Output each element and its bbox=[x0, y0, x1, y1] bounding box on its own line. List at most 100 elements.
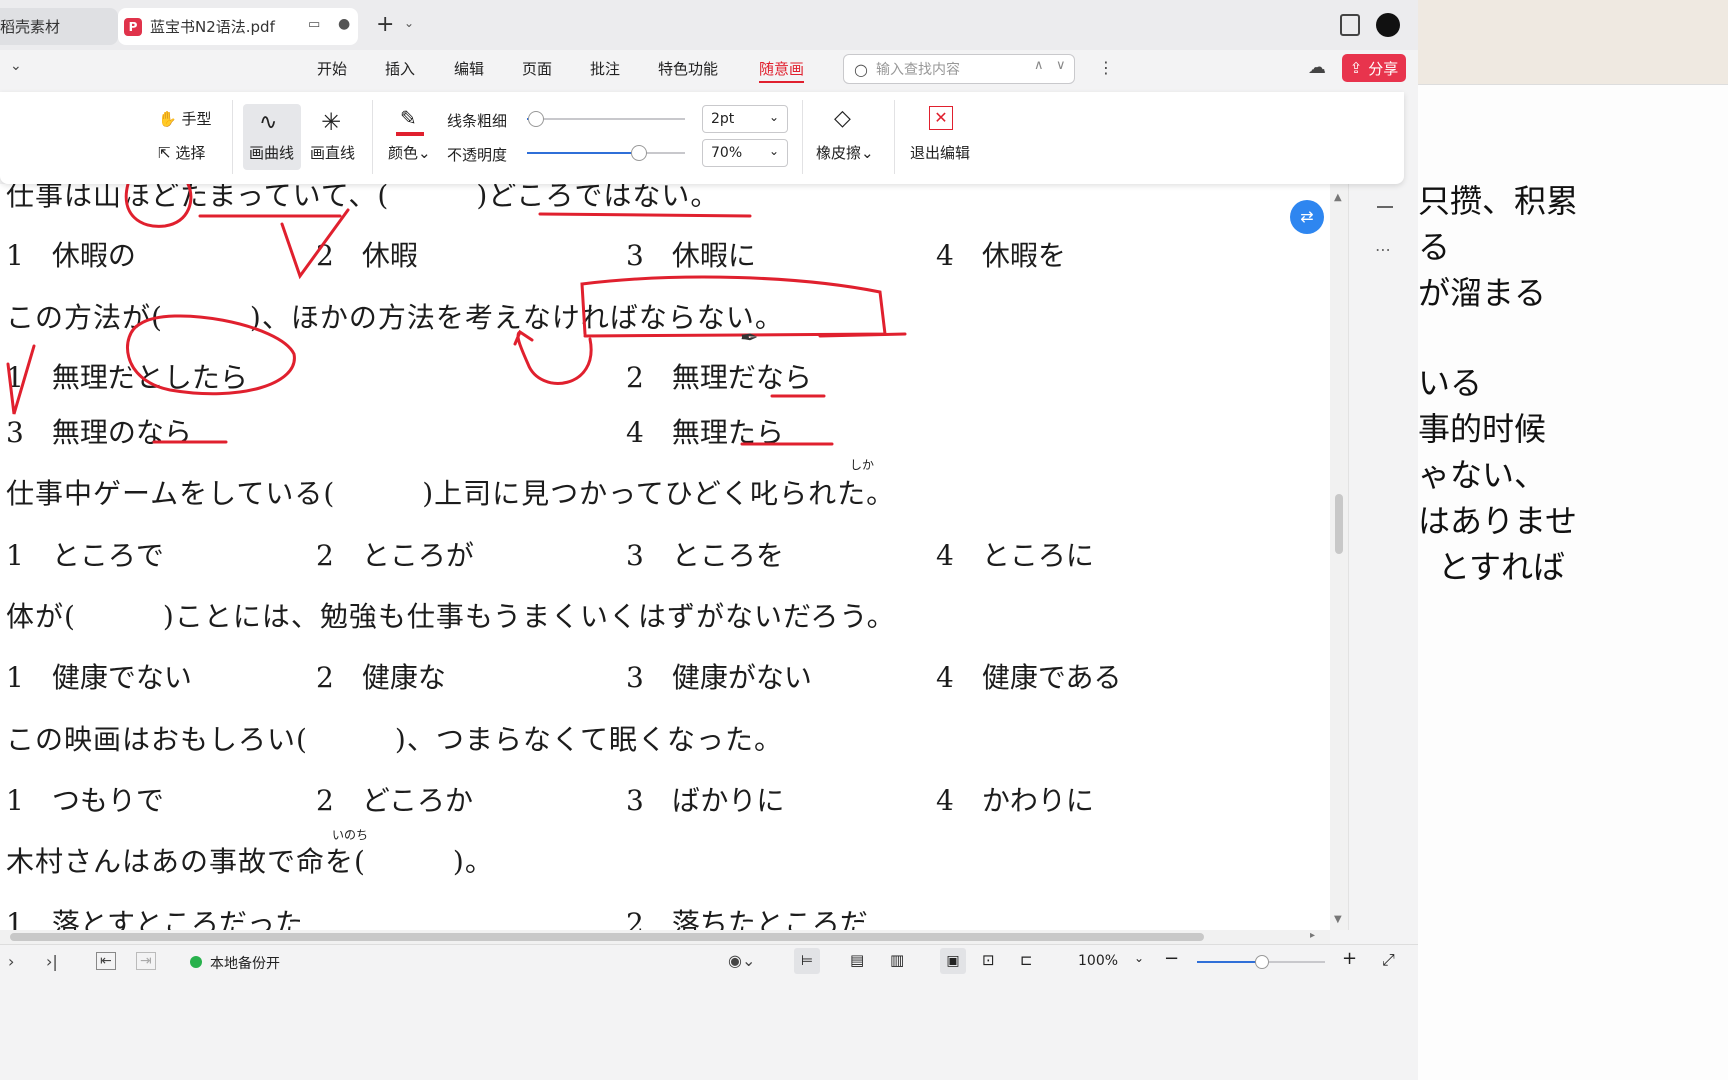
fullscreen-icon[interactable]: ⤢ bbox=[1382, 950, 1395, 970]
fit-width-icon[interactable]: ▣ bbox=[940, 948, 966, 974]
new-tab-plus-icon[interactable]: + bbox=[376, 12, 394, 37]
menu-page[interactable]: 页面 bbox=[522, 58, 552, 79]
sidebar-toggle-icon[interactable] bbox=[1340, 14, 1360, 36]
last-page-icon[interactable]: ›| bbox=[46, 952, 58, 971]
pen-cursor-icon: ✒ bbox=[740, 326, 759, 351]
exit-close-icon: ✕ bbox=[929, 106, 953, 130]
background-text-line: はありませ bbox=[1418, 502, 1578, 540]
opacity-select[interactable]: 70% ⌄ bbox=[702, 139, 788, 167]
vertical-scrollbar[interactable]: ▲ ▼ bbox=[1330, 184, 1348, 930]
backup-status-icon bbox=[190, 956, 202, 968]
opacity-slider-handle[interactable] bbox=[630, 145, 647, 161]
ink-check-mark bbox=[280, 208, 350, 280]
thickness-select[interactable]: 2pt ⌄ bbox=[702, 105, 788, 133]
freehand-annotations bbox=[6, 184, 907, 446]
exit-label: 退出编辑 bbox=[910, 144, 971, 162]
backup-status-text[interactable]: 本地备份开 bbox=[210, 953, 280, 973]
more-options-icon[interactable]: ⋮ bbox=[1098, 58, 1114, 77]
status-bar: › ›| ⇤ ⇥ 本地备份开 ◉⌄ ⊨ ▤ ▥ ▣ ⊡ ⊏ 100% ⌄ − +… bbox=[0, 944, 1418, 981]
scroll-up-arrow-icon[interactable]: ▲ bbox=[1334, 192, 1342, 203]
fit-page-icon[interactable]: ⊡ bbox=[982, 951, 995, 969]
straight-label: 画直线 bbox=[310, 144, 356, 162]
eraser-icon: ◇ bbox=[834, 106, 851, 131]
background-text-line: とすれば bbox=[1438, 548, 1566, 586]
cursor-icon: ⇱ bbox=[158, 144, 171, 162]
background-text-line: 事的时候 bbox=[1418, 410, 1547, 448]
select-label: 选择 bbox=[175, 144, 206, 162]
menu-start[interactable]: 开始 bbox=[317, 58, 347, 79]
monitor-icon[interactable]: ▭ bbox=[308, 17, 320, 32]
color-label: 颜色⌄ bbox=[388, 144, 431, 162]
zoom-in-icon[interactable]: + bbox=[1342, 948, 1357, 969]
search-icon: ○ bbox=[854, 59, 868, 79]
background-text-line: が溜まる bbox=[1418, 274, 1547, 312]
color-picker-button[interactable]: ✎ 颜色⌄ bbox=[386, 104, 436, 170]
menu-bar: ⌄ 开始 插入 编辑 页面 批注 特色功能 随意画 bbox=[0, 50, 1418, 88]
eye-mode-icon[interactable]: ◉⌄ bbox=[728, 951, 755, 970]
eraser-button[interactable]: ◇ 橡皮擦⌄ bbox=[812, 104, 882, 170]
opacity-label: 不透明度 bbox=[447, 146, 508, 164]
curve-tool-button[interactable]: ∿ 画曲线 bbox=[243, 104, 301, 170]
share-button[interactable]: ⇪ 分享 bbox=[1342, 54, 1406, 82]
select-tool-button[interactable]: ⇱ 选择 bbox=[158, 142, 205, 163]
horizontal-scrollbar[interactable]: ▸ bbox=[0, 930, 1330, 944]
avatar[interactable] bbox=[1376, 13, 1400, 37]
zoom-slider[interactable] bbox=[1197, 955, 1325, 969]
dual-page-icon[interactable]: ▥ bbox=[890, 951, 904, 969]
scroll-down-arrow-icon[interactable]: ▼ bbox=[1334, 914, 1342, 925]
eraser-label: 橡皮擦⌄ bbox=[816, 144, 874, 162]
background-text-line: る bbox=[1418, 228, 1451, 266]
ink-underline-dokoro bbox=[538, 212, 752, 218]
floating-translate-icon[interactable]: ⇄ bbox=[1290, 200, 1324, 234]
exit-edit-button[interactable]: ✕ 退出编辑 bbox=[906, 104, 980, 170]
menu-annotate[interactable]: 批注 bbox=[590, 58, 620, 79]
hand-icon: ✋ bbox=[158, 110, 177, 128]
vertical-scroll-thumb[interactable] bbox=[1335, 494, 1343, 554]
search-input[interactable]: ○ 输入查找内容 ∧ ∨ bbox=[843, 54, 1075, 84]
chevron-down-icon: ⌄ bbox=[769, 144, 780, 158]
divider bbox=[372, 100, 373, 174]
scroll-right-arrow-icon[interactable]: ▸ bbox=[1310, 930, 1315, 941]
tab-docer-materials[interactable]: 稻壳素材 bbox=[0, 8, 118, 45]
opacity-slider[interactable] bbox=[527, 145, 685, 161]
menu-special-features[interactable]: 特色功能 bbox=[658, 58, 718, 79]
menu-chevron-icon[interactable]: ⌄ bbox=[10, 58, 22, 74]
search-prev-icon[interactable]: ∧ bbox=[1034, 58, 1044, 73]
more-dots-icon[interactable]: ⋯ bbox=[1375, 240, 1391, 259]
divider bbox=[802, 100, 803, 174]
pdf-page[interactable]: 仕事は山ほどたまっていて、( )どころではない。 1 休暇の 2 休暇 3 休暇… bbox=[0, 184, 1330, 930]
zoom-level[interactable]: 100% bbox=[1078, 953, 1118, 969]
tab-bar: 稻壳素材 P 蓝宝书N2语法.pdf ▭ ● + ⌄ bbox=[0, 0, 1418, 50]
unsaved-dot-icon[interactable]: ● bbox=[338, 16, 350, 32]
tab-list-chevron-icon[interactable]: ⌄ bbox=[404, 16, 414, 30]
comment-cloud-icon[interactable]: ☁ bbox=[1308, 57, 1326, 78]
horizontal-scroll-thumb[interactable] bbox=[10, 933, 1204, 941]
tab-pdf-document[interactable]: P 蓝宝书N2语法.pdf ▭ ● bbox=[118, 8, 358, 45]
menu-freehand[interactable]: 随意画 bbox=[759, 58, 805, 83]
search-next-icon[interactable]: ∨ bbox=[1056, 58, 1066, 73]
straight-line-tool-button[interactable]: ✳ 画直线 bbox=[308, 104, 360, 170]
forward-icon[interactable]: ⇥ bbox=[136, 952, 156, 970]
collapse-icon[interactable] bbox=[1377, 206, 1393, 208]
thickness-slider[interactable] bbox=[527, 111, 685, 127]
actual-size-icon[interactable]: ⊏ bbox=[1020, 951, 1033, 969]
divider bbox=[894, 100, 895, 174]
next-page-icon[interactable]: › bbox=[8, 952, 14, 971]
zoom-slider-handle[interactable] bbox=[1255, 955, 1269, 969]
divider bbox=[232, 100, 233, 174]
pdf-viewer-window: 稻壳素材 P 蓝宝书N2语法.pdf ▭ ● + ⌄ ⌄ 开始 插入 编辑 页面… bbox=[0, 0, 1419, 1080]
hand-tool-button[interactable]: ✋ 手型 bbox=[158, 108, 211, 129]
thickness-slider-handle[interactable] bbox=[527, 111, 544, 127]
menu-edit[interactable]: 编辑 bbox=[454, 58, 484, 79]
share-label: 分享 bbox=[1368, 59, 1399, 78]
continuous-page-icon[interactable]: ⊨ bbox=[794, 948, 820, 974]
ink-circle-toshitara bbox=[126, 314, 296, 396]
back-icon[interactable]: ⇤ bbox=[96, 952, 116, 970]
single-page-icon[interactable]: ▤ bbox=[850, 951, 864, 969]
background-window: 只攒、积累 る が溜まる いる 事的时候 ゃない、 はありませ とすれば bbox=[1418, 0, 1728, 1080]
menu-insert[interactable]: 插入 bbox=[385, 58, 415, 79]
chevron-down-icon: ⌄ bbox=[769, 110, 780, 124]
pen-icon: ✎ bbox=[400, 106, 417, 130]
zoom-out-icon[interactable]: − bbox=[1164, 948, 1179, 969]
zoom-chevron-icon[interactable]: ⌄ bbox=[1134, 951, 1144, 965]
